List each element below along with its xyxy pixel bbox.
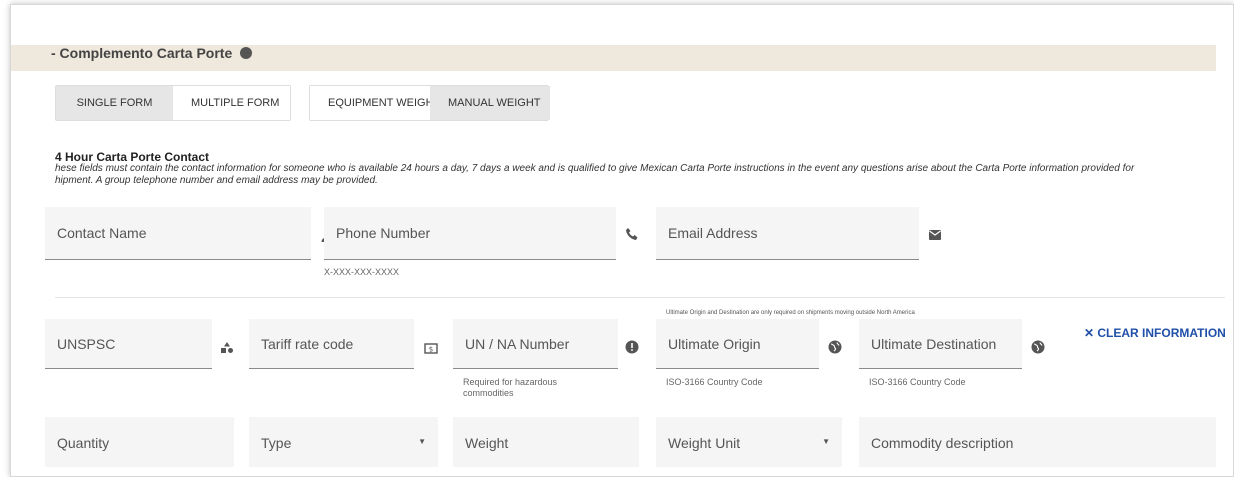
chevron-down-icon: ▼ [822,437,830,446]
tariff-rate-code-label: Tariff rate code [261,335,354,352]
origin-destination-notice: Ultimate Origin and Destination are only… [666,310,915,316]
weight-field[interactable]: Weight [453,417,639,467]
ultimate-destination-label: Ultimate Destination [871,335,997,352]
manual-weight-button[interactable]: MANUAL WEIGHT [430,86,550,120]
alert-icon [625,340,639,354]
weight-label: Weight [465,435,509,451]
section-title: - Complemento Carta Porte [51,45,253,61]
commodity-description-field[interactable]: Commodity description [859,417,1216,467]
contact-title: 4 Hour Carta Porte Contact [55,150,210,164]
ultimate-origin-field[interactable]: Ultimate Origin [656,319,819,369]
info-icon[interactable] [240,47,253,59]
section-header[interactable]: - Complemento Carta Porte [11,45,1216,71]
svg-text:$: $ [429,346,433,354]
weight-mode-toggle: EQUIPMENT WEIGHT MANUAL WEIGHT [309,85,550,121]
contact-description-line1: hese fields must contain the contact inf… [55,163,1135,174]
phone-icon [626,228,638,240]
ultimate-origin-label: Ultimate Origin [668,335,761,352]
form-mode-toggle: SINGLE FORM MULTIPLE FORM [55,85,291,121]
tariff-rate-code-field[interactable]: Tariff rate code [249,319,414,369]
unspsc-label: UNSPSC [57,335,116,352]
weight-unit-label: Weight Unit [668,435,741,451]
ultimate-destination-hint: ISO-3166 Country Code [869,377,966,387]
contact-description: hese fields must contain the contact inf… [55,163,1230,187]
chevron-down-icon: ▼ [418,437,426,446]
un-na-number-label: UN / NA Number [465,335,570,352]
dollar-bill-icon: $ [424,343,438,354]
type-label: Type [261,435,292,451]
contact-name-field[interactable]: Contact Name [45,207,311,260]
section-divider [55,297,1225,298]
envelope-icon [929,230,941,240]
ultimate-destination-field[interactable]: Ultimate Destination [859,319,1022,369]
weight-unit-select[interactable]: Weight Unit ▼ [656,417,842,467]
ultimate-origin-hint: ISO-3166 Country Code [666,377,763,387]
quantity-field[interactable]: Quantity [45,417,234,467]
un-na-number-field[interactable]: UN / NA Number [453,319,618,369]
equipment-weight-button[interactable]: EQUIPMENT WEIGHT [310,86,440,120]
phone-number-field[interactable]: Phone Number [324,207,616,260]
phone-number-label: Phone Number [336,225,431,241]
quantity-label: Quantity [57,435,110,451]
email-address-field[interactable]: Email Address [656,207,919,260]
type-select[interactable]: Type ▼ [249,417,438,467]
unspsc-field[interactable]: UNSPSC [45,319,212,369]
globe-icon [1031,340,1045,354]
email-address-label: Email Address [668,225,758,241]
commodity-description-label: Commodity description [871,435,1014,451]
category-icon [221,342,233,353]
contact-description-line2: hipment. A group telephone number and em… [55,175,378,186]
globe-icon [828,340,842,354]
contact-name-label: Contact Name [57,225,147,241]
clear-information-button[interactable]: ✕ CLEAR INFORMATION [1084,326,1226,340]
multiple-form-button[interactable]: MULTIPLE FORM [173,86,290,120]
phone-hint: X-XXX-XXX-XXXX [324,267,400,277]
un-na-number-hint: Required for hazardous commodities [463,377,558,398]
single-form-button[interactable]: SINGLE FORM [56,86,173,120]
carta-porte-card: - Complemento Carta Porte SINGLE FORM MU… [10,4,1234,477]
